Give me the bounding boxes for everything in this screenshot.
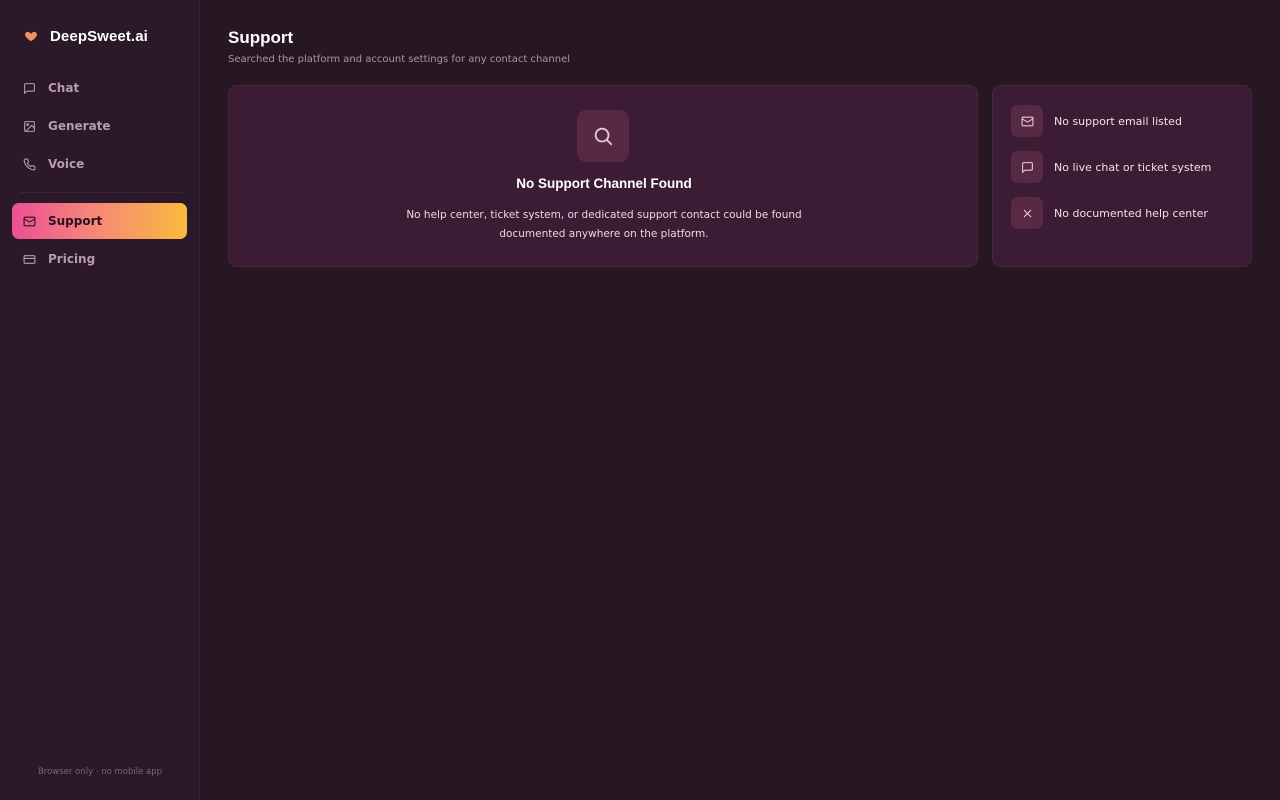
image-icon (23, 120, 36, 133)
message-square-icon (23, 82, 36, 95)
sidebar-item-label: Chat (48, 81, 80, 95)
mail-icon (23, 215, 36, 228)
x-icon (1011, 197, 1043, 229)
sidebar-item-label: Pricing (48, 252, 96, 266)
message-square-icon (1011, 151, 1043, 183)
sidebar-item-label: Support (48, 214, 103, 228)
checklist-label: No live chat or ticket system (1054, 160, 1212, 174)
sidebar-item-voice[interactable]: Voice (12, 146, 187, 182)
mail-icon (1011, 105, 1043, 137)
checklist-label: No documented help center (1054, 206, 1208, 220)
checklist-label: No support email listed (1054, 114, 1182, 128)
brand-logo[interactable]: DeepSweet.ai (24, 26, 148, 46)
no-support-card: No Support Channel Found No help center,… (228, 85, 978, 267)
sidebar: DeepSweet.ai Chat Generate Voice Support… (0, 0, 200, 800)
checklist-item: No documented help center (1011, 197, 1208, 229)
phone-icon (23, 158, 36, 171)
sidebar-divider (20, 192, 182, 193)
search-icon (577, 110, 629, 162)
checklist-item: No live chat or ticket system (1011, 151, 1211, 183)
page-title: Support (228, 28, 294, 47)
sidebar-footer-note: Browser only · no mobile app (37, 767, 163, 777)
heart-icon (24, 29, 38, 43)
page-subtitle: Searched the platform and account settin… (228, 54, 571, 65)
sidebar-item-support[interactable]: Support (12, 203, 187, 239)
sidebar-item-pricing[interactable]: Pricing (12, 241, 187, 277)
sidebar-item-chat[interactable]: Chat (12, 70, 187, 106)
sidebar-item-label: Voice (48, 157, 85, 171)
card-description: No help center, ticket system, or dedica… (406, 209, 802, 240)
checklist-item: No support email listed (1011, 105, 1182, 137)
credit-card-icon (23, 253, 36, 266)
brand-name: DeepSweet.ai (50, 27, 148, 45)
sidebar-item-generate[interactable]: Generate (12, 108, 187, 144)
card-title: No Support Channel Found (516, 176, 692, 191)
support-checklist-card: No support email listed No live chat or … (992, 85, 1252, 267)
sidebar-item-label: Generate (48, 119, 111, 133)
